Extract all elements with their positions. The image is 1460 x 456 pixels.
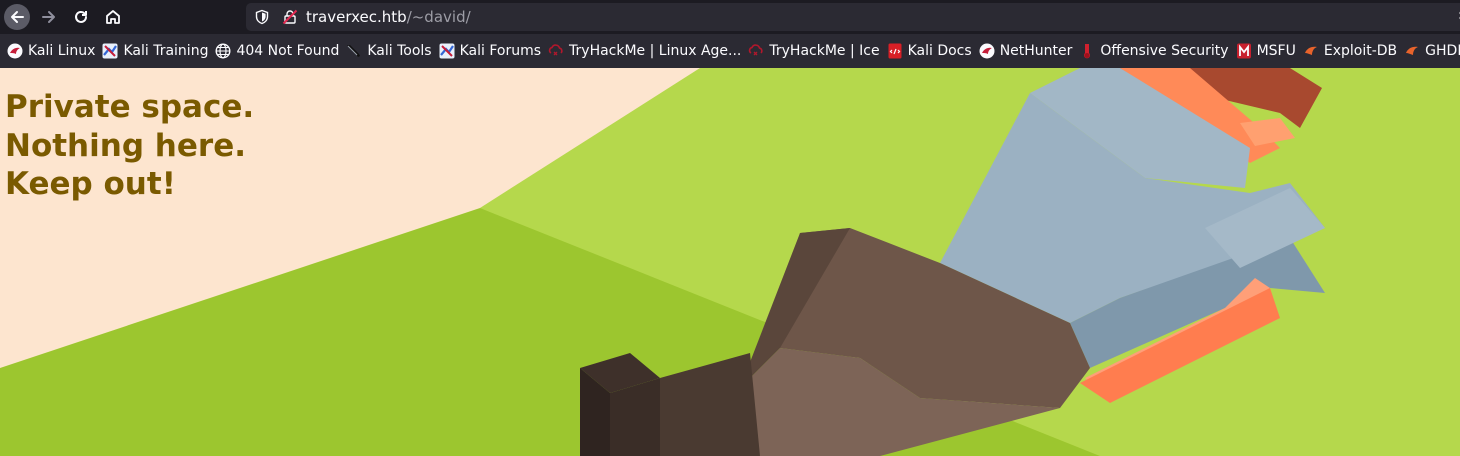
- bookmark-ghdb[interactable]: GHDB: [1404, 38, 1460, 64]
- reload-button[interactable]: [68, 4, 94, 30]
- bookmark-label: MSFU: [1256, 43, 1296, 59]
- exploit-db-icon: [1406, 46, 1419, 55]
- message-line-3: Keep out!: [5, 166, 176, 202]
- url-text[interactable]: traverxec.htb/~david/: [306, 8, 471, 26]
- forward-button[interactable]: [36, 4, 62, 30]
- url-host: traverxec.htb: [306, 8, 407, 26]
- arrow-right-icon: [42, 11, 55, 23]
- bookmark-label: Kali Docs: [907, 43, 972, 59]
- bookmark-label: 404 Not Found: [236, 43, 340, 59]
- message-line-2: Nothing here.: [5, 127, 246, 164]
- reload-icon: [75, 10, 87, 23]
- kali-dragon-icon: [979, 43, 995, 59]
- kali-training-icon: [102, 43, 118, 59]
- bookmark-exploit-db[interactable]: Exploit-DB: [1303, 38, 1397, 64]
- bookmark-label: Offensive Security: [1100, 43, 1229, 59]
- bookmark-label: Kali Linux: [28, 43, 96, 59]
- page-message: Private space. Nothing here. Keep out!: [5, 88, 254, 204]
- bookmark-label: NetHunter: [999, 43, 1073, 59]
- message-line-1: Private space.: [5, 89, 255, 125]
- offsec-icon: [1084, 44, 1091, 59]
- kali-forums-icon: [439, 43, 455, 59]
- arrow-left-icon: [11, 11, 24, 23]
- shield-icon[interactable]: [254, 9, 270, 25]
- bookmark-kali-training[interactable]: Kali Training: [102, 38, 208, 64]
- home-button[interactable]: [100, 4, 126, 30]
- bookmark-nethunter[interactable]: NetHunter: [979, 38, 1073, 64]
- bookmark-kali-docs[interactable]: Kali Docs: [887, 38, 972, 64]
- bookmark-kali-linux[interactable]: Kali Linux: [7, 38, 95, 64]
- bookmark-offensive-security[interactable]: Offensive Security: [1079, 38, 1229, 64]
- exploit-db-icon: [1304, 46, 1317, 55]
- bookmark-kali-tools[interactable]: Kali Tools: [346, 38, 432, 64]
- bookmark-tryhackme-ice[interactable]: TryHackMe | Ice: [748, 38, 880, 64]
- bookmark-msfu[interactable]: MSFU: [1236, 38, 1296, 64]
- home-icon: [106, 10, 120, 24]
- tryhackme-icon: [548, 44, 563, 56]
- bookmark-label: TryHackMe | Ice: [769, 43, 880, 59]
- bookmark-tryhackme-linux[interactable]: TryHackMe | Linux Age...: [548, 38, 741, 64]
- back-button[interactable]: [4, 4, 30, 30]
- bookmarks-toolbar: Kali Linux Kali Training 404 Not Found K…: [0, 34, 1460, 68]
- bookmark-label: Exploit-DB: [1323, 43, 1398, 59]
- tryhackme-icon: [749, 44, 764, 56]
- kali-docs-icon: [888, 43, 902, 59]
- bookmark-label: GHDB: [1425, 43, 1460, 59]
- globe-icon: [215, 43, 231, 59]
- kali-dragon-icon: [7, 43, 23, 59]
- navigation-toolbar: traverxec.htb/~david/: [0, 0, 1460, 34]
- bookmark-label: TryHackMe | Linux Age...: [569, 43, 742, 59]
- bookmark-kali-forums[interactable]: Kali Forums: [439, 38, 541, 64]
- bookmark-label: Kali Training: [123, 43, 209, 59]
- bookmark-404-not-found[interactable]: 404 Not Found: [215, 38, 339, 64]
- web-page: Private space. Nothing here. Keep out!: [0, 68, 1460, 456]
- insecure-lock-icon[interactable]: [282, 9, 298, 25]
- bookmark-label: Kali Forums: [459, 43, 542, 59]
- url-bar[interactable]: traverxec.htb/~david/: [246, 3, 1460, 31]
- url-path: /~david/: [406, 8, 471, 26]
- msfu-icon: [1236, 43, 1251, 59]
- kali-tools-icon: [347, 45, 361, 57]
- bookmark-label: Kali Tools: [367, 43, 432, 59]
